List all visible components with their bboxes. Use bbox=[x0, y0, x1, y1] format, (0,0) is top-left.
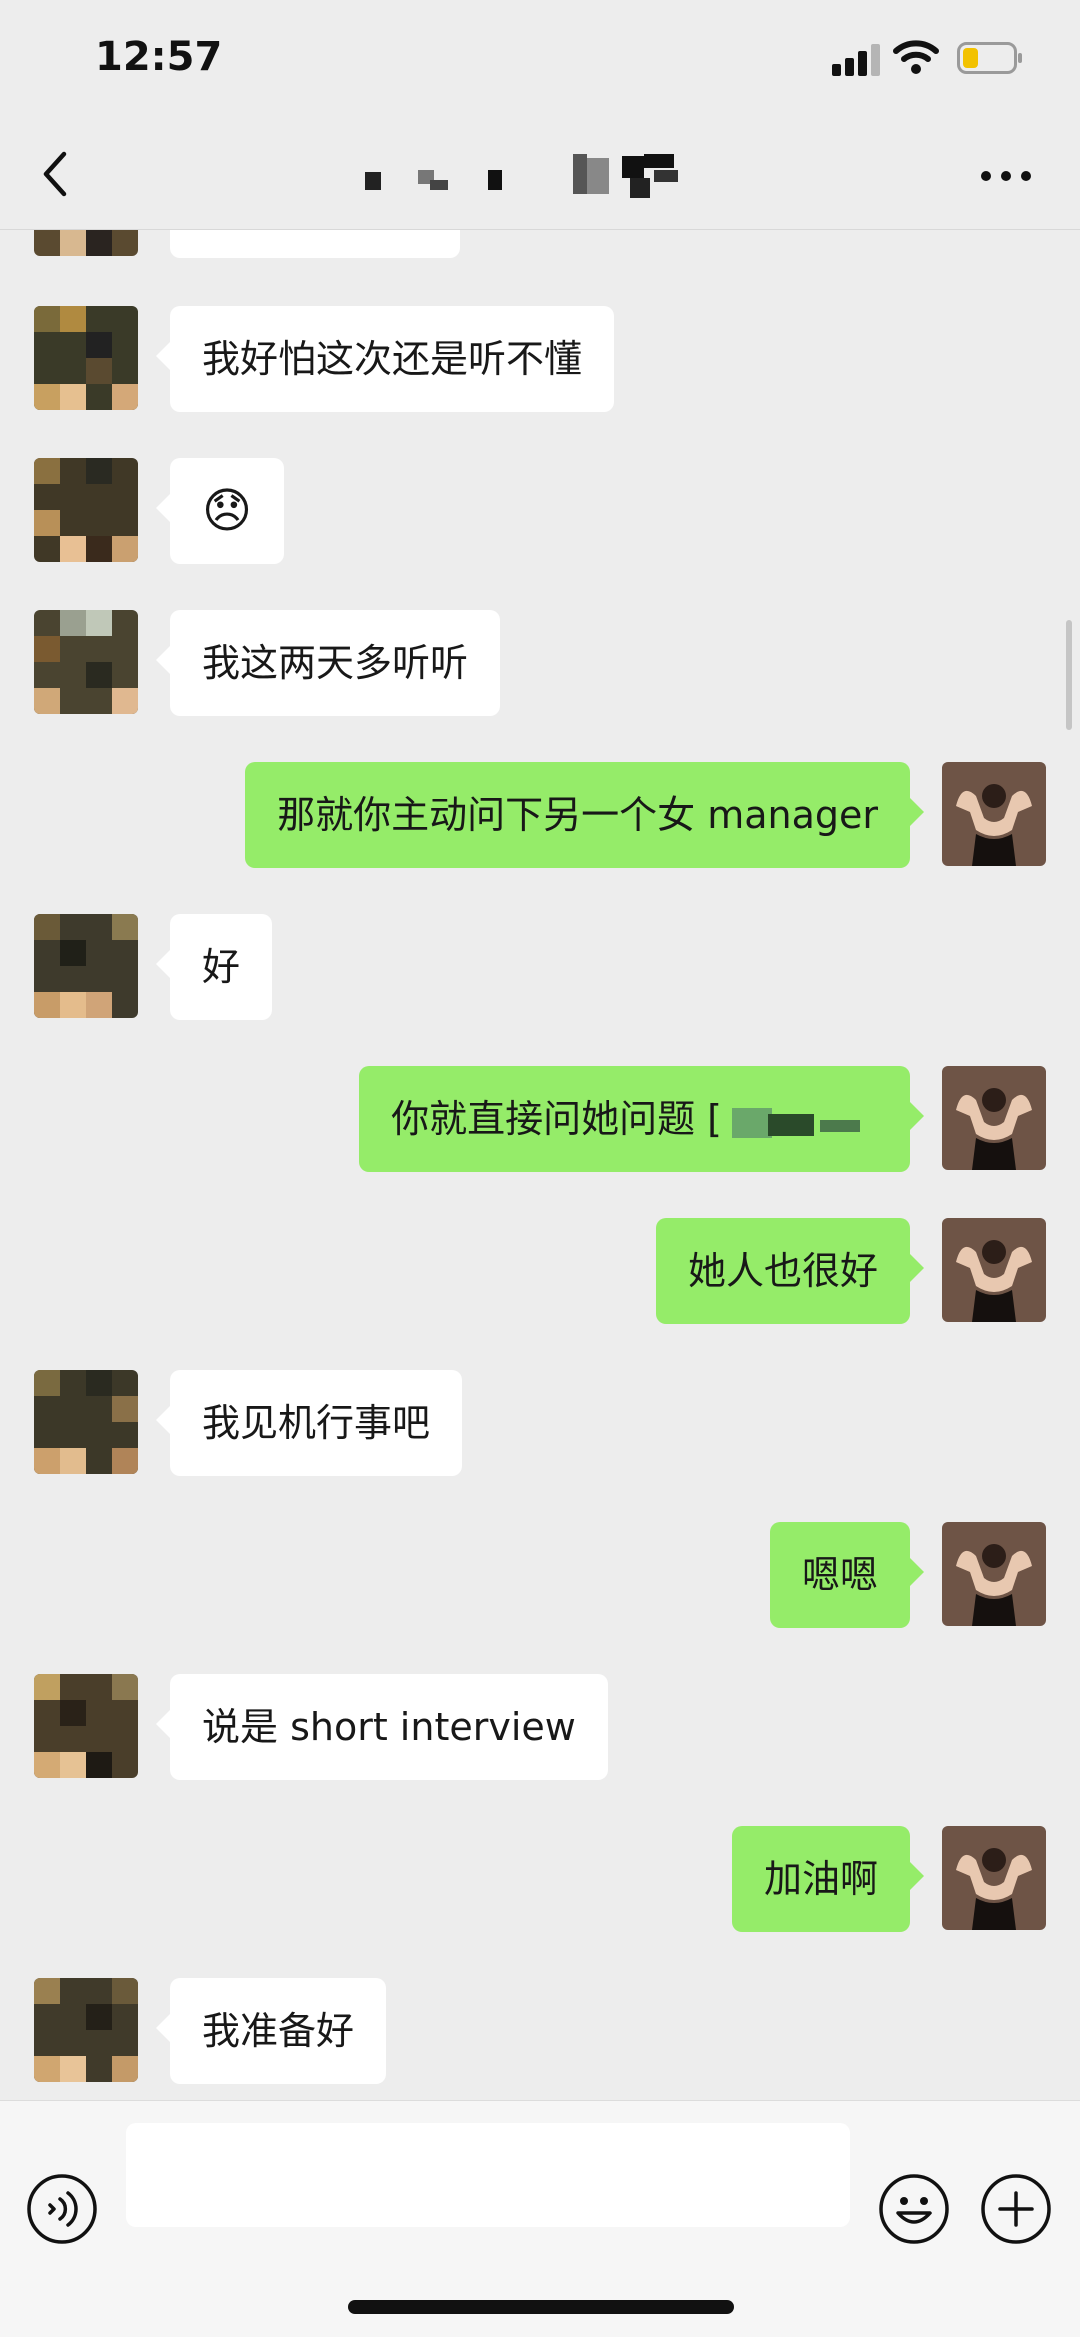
message-bubble[interactable]: 😞 bbox=[155, 458, 285, 564]
contact-avatar[interactable] bbox=[34, 458, 138, 562]
message-bubble[interactable]: 我见机行事吧 bbox=[155, 1370, 463, 1476]
emoji-icon[interactable] bbox=[878, 2173, 950, 2245]
voice-input-icon[interactable] bbox=[26, 2173, 98, 2245]
frowning-face-emoji: 😞 bbox=[202, 483, 253, 539]
message-bubble[interactable]: 嗯嗯 bbox=[769, 1522, 925, 1628]
user-avatar[interactable] bbox=[942, 1826, 1046, 1930]
message-row: 我好怕这次还是听不懂 bbox=[0, 306, 1080, 412]
message-row: 😞 bbox=[0, 458, 1080, 564]
message-bubble[interactable]: 说是 short interview bbox=[156, 1674, 608, 1780]
message-bubble[interactable]: 我这两天多听听 bbox=[155, 610, 501, 716]
message-row: 好 bbox=[0, 914, 1080, 1020]
user-avatar[interactable] bbox=[942, 1522, 1046, 1626]
message-text: 你就直接问她问题 [ bbox=[391, 1097, 722, 1141]
message-bubble[interactable]: 我好怕这次还是听不懂 bbox=[155, 306, 615, 412]
message-bubble[interactable]: 你就直接问她问题 [ bbox=[359, 1066, 924, 1172]
message-bubble[interactable]: 我准备好 bbox=[155, 1978, 387, 2084]
redacted-title-icon bbox=[365, 154, 678, 198]
status-bar: 12:57 bbox=[0, 0, 1080, 120]
contact-avatar[interactable] bbox=[34, 1370, 138, 1474]
chat-message-list[interactable]: 我好怕这次还是听不懂 😞 我这两天多听听 那就你主动问下另一个女 manager… bbox=[0, 230, 1080, 2100]
redacted-text-block bbox=[728, 1100, 878, 1144]
message-row: 那就你主动问下另一个女 manager bbox=[0, 762, 1080, 868]
message-bubble[interactable]: 好 bbox=[155, 914, 273, 1020]
message-row: 加油啊 bbox=[0, 1826, 1080, 1932]
status-time: 12:57 bbox=[95, 34, 223, 80]
contact-avatar[interactable] bbox=[34, 914, 138, 1018]
chat-header bbox=[0, 120, 1080, 230]
message-row: 我这两天多听听 bbox=[0, 610, 1080, 716]
user-avatar[interactable] bbox=[942, 762, 1046, 866]
message-bubble[interactable]: 那就你主动问下另一个女 manager bbox=[245, 762, 924, 868]
user-avatar[interactable] bbox=[942, 1066, 1046, 1170]
more-options-icon[interactable] bbox=[980, 164, 1032, 188]
message-row: 嗯嗯 bbox=[0, 1522, 1080, 1628]
signal-icon bbox=[832, 44, 880, 76]
scrollbar[interactable] bbox=[1066, 620, 1072, 730]
contact-avatar[interactable] bbox=[34, 1978, 138, 2082]
message-row: 你就直接问她问题 [ bbox=[0, 1066, 1080, 1172]
message-row bbox=[0, 230, 1080, 258]
contact-avatar[interactable] bbox=[34, 1674, 138, 1778]
message-input[interactable] bbox=[126, 2123, 850, 2227]
contact-avatar[interactable] bbox=[34, 610, 138, 714]
plus-icon[interactable] bbox=[980, 2173, 1052, 2245]
battery-icon bbox=[957, 42, 1022, 74]
home-indicator[interactable] bbox=[348, 2300, 734, 2314]
wifi-icon bbox=[893, 40, 939, 74]
message-row: 我见机行事吧 bbox=[0, 1370, 1080, 1476]
contact-avatar[interactable] bbox=[34, 306, 138, 410]
message-row: 她人也很好 bbox=[0, 1218, 1080, 1324]
message-row: 我准备好 bbox=[0, 1978, 1080, 2084]
user-avatar[interactable] bbox=[942, 1218, 1046, 1322]
message-bubble[interactable]: 加油啊 bbox=[731, 1826, 925, 1932]
message-bubble[interactable] bbox=[170, 230, 460, 258]
message-row: 说是 short interview bbox=[0, 1674, 1080, 1780]
back-arrow-icon[interactable] bbox=[34, 146, 78, 202]
contact-avatar[interactable] bbox=[34, 230, 138, 256]
message-bubble[interactable]: 她人也很好 bbox=[655, 1218, 925, 1324]
